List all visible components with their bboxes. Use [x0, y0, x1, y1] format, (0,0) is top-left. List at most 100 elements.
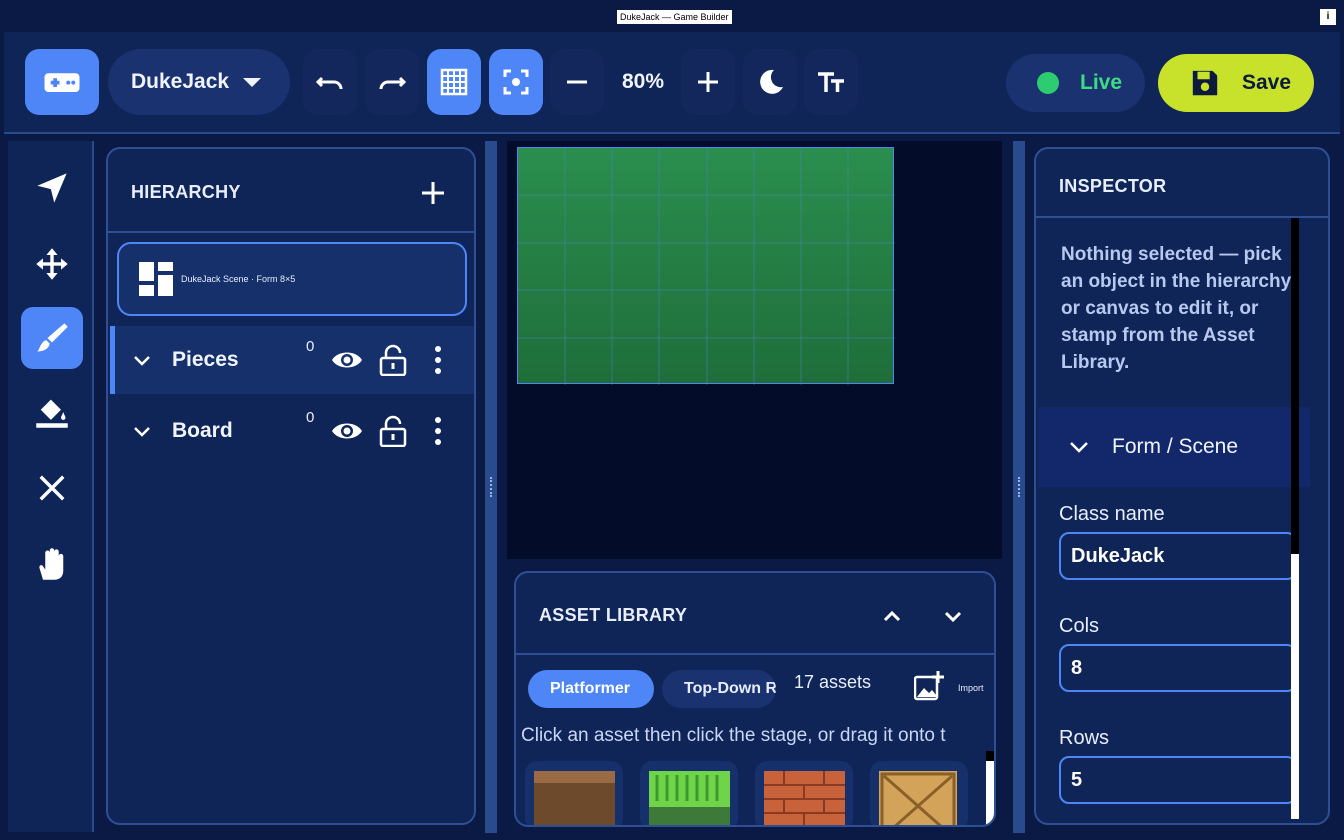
hand-icon [39, 548, 64, 580]
brush-icon [37, 323, 68, 352]
scrollbar-thumb[interactable] [1291, 218, 1299, 554]
asset-scrollbar[interactable] [986, 751, 994, 825]
unlock-icon[interactable] [378, 415, 408, 447]
layer-count: 0 [306, 409, 315, 426]
move-tool-button[interactable] [21, 233, 83, 295]
home-button[interactable] [25, 49, 99, 115]
chevron-down-icon [1070, 442, 1088, 453]
more-vertical-icon[interactable] [428, 344, 448, 376]
divider [108, 231, 474, 233]
project-name: DukeJack [131, 70, 230, 93]
eye-icon[interactable] [330, 343, 364, 377]
asset-count: 17 assets [794, 672, 872, 692]
undo-icon [315, 76, 343, 90]
text-size-button[interactable] [804, 49, 858, 115]
asset-tile-crate[interactable] [870, 761, 968, 825]
info-button[interactable]: i [1320, 9, 1336, 25]
cols-field[interactable] [1059, 644, 1297, 692]
navigation-arrow-icon [37, 173, 67, 203]
chevron-up-icon[interactable] [877, 601, 907, 631]
select-tool-button[interactable] [21, 157, 83, 219]
layer-count: 0 [306, 338, 315, 355]
theme-toggle-button[interactable] [743, 49, 797, 115]
import-label[interactable]: Import [958, 683, 984, 693]
tool-rail [8, 141, 94, 832]
image-add-icon[interactable] [914, 671, 944, 701]
live-status-dot [1037, 72, 1059, 94]
save-button[interactable]: Save [1158, 54, 1314, 112]
chevron-down-icon[interactable] [130, 419, 154, 443]
zoom-level: 80% [621, 70, 665, 93]
close-icon [39, 475, 65, 501]
grid-toggle-button[interactable] [427, 49, 481, 115]
project-selector[interactable]: DukeJack [108, 49, 290, 115]
right-resize-handle[interactable] [1013, 141, 1025, 833]
section-title: Form / Scene [1112, 435, 1239, 458]
section-header-form-scene[interactable]: Form / Scene [1038, 407, 1310, 487]
chevron-down-icon[interactable] [130, 348, 154, 372]
asset-tile-dirt[interactable] [525, 761, 623, 825]
erase-tool-button[interactable] [21, 457, 83, 519]
paint-bucket-icon [36, 399, 68, 428]
pan-tool-button[interactable] [21, 533, 83, 595]
asset-tile-grass[interactable] [640, 761, 738, 825]
moon-icon [760, 69, 783, 94]
focus-toggle-button[interactable] [489, 49, 543, 115]
tab-platformer[interactable]: Platformer [528, 670, 654, 708]
brick-block-icon [764, 771, 845, 825]
gamepad-icon [44, 73, 80, 92]
zoom-in-button[interactable] [681, 49, 735, 115]
redo-icon [379, 76, 407, 90]
toolbar: DukeJack 80% Live Save [4, 32, 1340, 134]
stage-board[interactable] [517, 147, 895, 385]
window-title: DukeJack — Game Builder [617, 10, 732, 24]
class-name-label: Class name [1059, 503, 1165, 525]
zoom-out-button[interactable] [550, 49, 604, 115]
stage-grid [518, 148, 895, 385]
brush-tool-button[interactable] [21, 307, 83, 369]
undo-button[interactable] [303, 49, 357, 115]
asset-tile-brick[interactable] [755, 761, 853, 825]
tab-top-down[interactable]: Top-Down R [662, 670, 776, 708]
save-label: Save [1242, 71, 1292, 94]
redo-button[interactable] [365, 49, 419, 115]
class-name-field[interactable] [1059, 532, 1297, 580]
live-label: Live [1080, 71, 1123, 94]
cols-label: Cols [1059, 615, 1100, 637]
left-resize-handle[interactable] [485, 141, 497, 833]
grass-block-icon [649, 771, 730, 825]
unlock-icon[interactable] [378, 344, 408, 376]
chevron-down-icon[interactable] [938, 601, 968, 631]
floppy-disk-icon [1192, 70, 1218, 96]
zoom-in-icon [698, 72, 718, 92]
hierarchy-panel: HIERARCHY DukeJack Scene · Form 8×5 Piec… [106, 147, 476, 825]
inspector-scrollbar[interactable] [1291, 218, 1299, 819]
inspector-panel: INSPECTOR Nothing selected — pick an obj… [1034, 147, 1330, 825]
grip-dots [490, 477, 492, 497]
more-vertical-icon[interactable] [428, 415, 448, 447]
layer-name: Board [172, 419, 233, 442]
zoom-out-icon [567, 80, 587, 84]
eye-icon[interactable] [330, 414, 364, 448]
grid-icon [440, 68, 468, 96]
title-bar: DukeJack — Game Builder i [0, 0, 1344, 32]
scene-label: DukeJack Scene · Form 8×5 [181, 274, 296, 284]
fill-tool-button[interactable] [21, 381, 83, 443]
text-size-icon [818, 72, 844, 92]
wood-crate-icon [879, 771, 957, 825]
live-toggle[interactable]: Live [1006, 54, 1145, 112]
focus-icon [503, 69, 529, 95]
stage-canvas[interactable] [507, 141, 1002, 559]
scrollbar-thumb[interactable] [986, 751, 994, 761]
layer-row-board[interactable]: Board 0 [110, 397, 474, 465]
rows-label: Rows [1059, 727, 1110, 749]
dirt-block-icon [534, 771, 615, 825]
divider [516, 653, 994, 655]
add-layer-icon[interactable] [420, 180, 446, 206]
rows-field[interactable] [1059, 756, 1297, 804]
scene-root-item[interactable]: DukeJack Scene · Form 8×5 [117, 242, 467, 316]
layer-row-pieces[interactable]: Pieces 0 [110, 326, 474, 394]
layer-name: Pieces [172, 348, 239, 371]
hierarchy-title: HIERARCHY [131, 182, 241, 202]
asset-hint: Click an asset then click the stage, or … [521, 725, 946, 746]
